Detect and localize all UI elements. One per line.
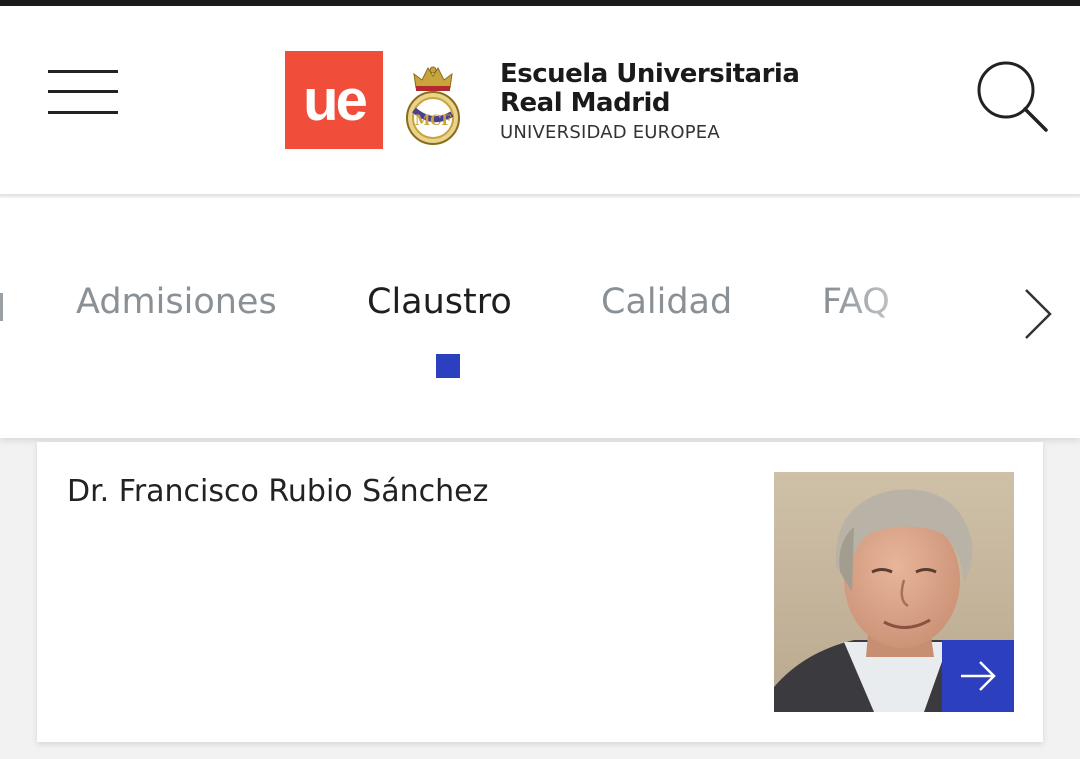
tab-admisiones[interactable]: Admisiones (76, 282, 277, 322)
real-madrid-crest-icon: MCF (406, 66, 460, 145)
hamburger-menu-icon[interactable] (48, 68, 118, 118)
chevron-right-icon[interactable] (1018, 284, 1058, 344)
search-icon[interactable] (974, 58, 1052, 136)
tab-previous-partial[interactable] (0, 293, 3, 321)
tab-faq[interactable]: FAQ (822, 282, 890, 322)
brand-subtitle: UNIVERSIDAD EUROPEA (500, 122, 720, 143)
brand-title-line1: Escuela Universitaria (500, 59, 800, 89)
open-profile-button[interactable] (942, 640, 1014, 712)
ue-logo-text: ue (303, 67, 368, 133)
faculty-name: Dr. Francisco Rubio Sánchez (67, 474, 489, 509)
brand-block[interactable]: Escuela Universitaria Real Madrid UNIVER… (500, 59, 800, 144)
section-tabs: Admisiones Claustro Calidad FAQ (0, 198, 1080, 438)
brand-title-line2: Real Madrid (500, 88, 671, 118)
svg-text:MCF: MCF (415, 113, 452, 129)
site-header: ue MCF Escuela Universitaria Real Madrid… (0, 6, 1080, 196)
arrow-right-icon (961, 661, 996, 691)
faculty-card[interactable]: Dr. Francisco Rubio Sánchez (37, 442, 1043, 742)
tab-claustro[interactable]: Claustro (367, 282, 512, 322)
tab-calidad[interactable]: Calidad (601, 282, 732, 322)
active-tab-indicator (436, 354, 460, 378)
ue-logo[interactable]: ue (285, 51, 383, 149)
